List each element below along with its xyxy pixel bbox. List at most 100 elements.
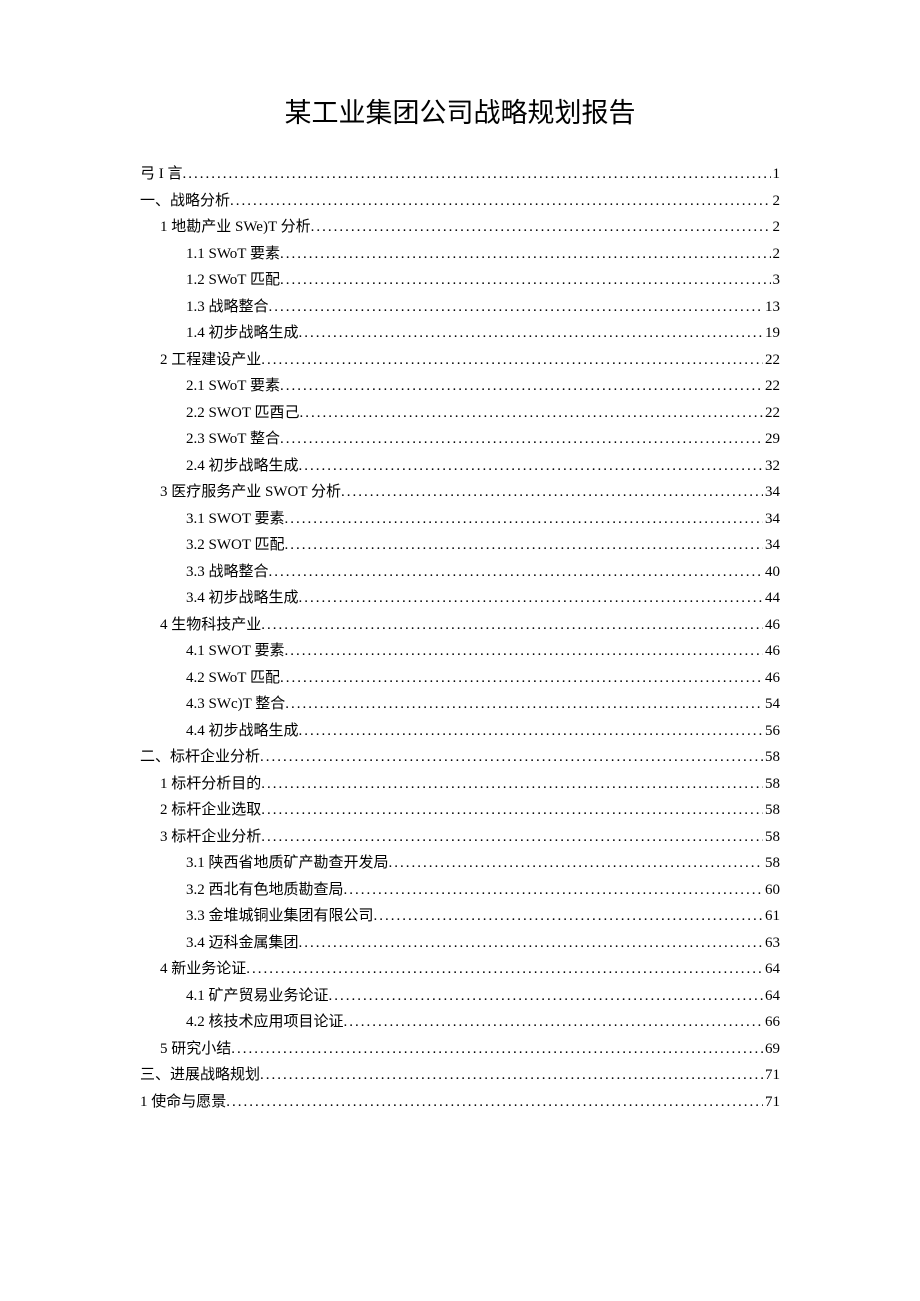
- toc-dots: [260, 1068, 763, 1083]
- toc-entry-page: 71: [763, 1068, 780, 1083]
- toc-entry-page: 44: [763, 591, 780, 606]
- toc-entry-label: 3.4 初步战略生成: [186, 591, 299, 606]
- toc-entry-page: 34: [763, 485, 780, 500]
- toc-entry-label: 2 标杆企业选取: [160, 803, 261, 818]
- toc-dots: [299, 591, 763, 606]
- toc-entry-page: 34: [763, 538, 780, 553]
- toc-entry-label: 3.2 西北有色地质勘查局: [186, 883, 344, 898]
- toc-dots: [299, 724, 763, 739]
- toc-dots: [374, 909, 763, 924]
- toc-dots: [261, 353, 763, 368]
- toc-entry: 3.4 迈科金属集团63: [140, 936, 780, 951]
- toc-entry: 1.1 SWoT 要素 2: [140, 247, 780, 262]
- toc-entry-label: 二、标杆企业分析: [140, 750, 260, 765]
- toc-dots: [280, 273, 771, 288]
- toc-dots: [284, 644, 763, 659]
- toc-dots: [344, 1015, 763, 1030]
- toc-entry-label: 一、战略分析: [140, 194, 230, 209]
- toc-entry-label: 1.3 战略整合: [186, 300, 269, 315]
- toc-entry: 4.4 初步战略生成 56: [140, 724, 780, 739]
- toc-entry-page: 69: [763, 1042, 780, 1057]
- toc-entry-label: 3.3 金堆城铜业集团有限公司: [186, 909, 374, 924]
- table-of-contents: 弓 I 言1一、战略分析 21 地勘产业 SWe)T 分析21.1 SWoT 要…: [140, 167, 780, 1110]
- toc-entry-page: 64: [763, 962, 780, 977]
- toc-entry-label: 4.4 初步战略生成: [186, 724, 299, 739]
- toc-entry-label: 4.2 SWoT 匹配: [186, 671, 280, 686]
- toc-dots: [280, 671, 763, 686]
- toc-dots: [299, 936, 763, 951]
- toc-entry-page: 2: [771, 220, 781, 235]
- toc-entry-page: 40: [763, 565, 780, 580]
- toc-entry: 5 研究小结 69: [140, 1042, 780, 1057]
- toc-entry-page: 22: [763, 379, 780, 394]
- toc-entry-label: 1.1 SWoT 要素: [186, 247, 280, 262]
- toc-entry: 4.3 SWc)T 整合 54: [140, 697, 780, 712]
- toc-entry-label: 1 使命与愿景: [140, 1095, 226, 1110]
- toc-entry-label: 4.3 SWc)T 整合: [186, 697, 285, 712]
- toc-entry: 4.2 SWoT 匹配 46: [140, 671, 780, 686]
- toc-entry: 4.1 矿产贸易业务论证 64: [140, 989, 780, 1004]
- toc-entry: 1 使命与愿景71: [140, 1095, 780, 1110]
- toc-dots: [226, 1095, 763, 1110]
- toc-entry-label: 3 标杆企业分析: [160, 830, 261, 845]
- toc-dots: [230, 194, 770, 209]
- toc-entry-page: 32: [763, 459, 780, 474]
- toc-dots: [269, 565, 763, 580]
- toc-dots: [280, 247, 771, 262]
- toc-entry-label: 3.3 战略整合: [186, 565, 269, 580]
- toc-entry: 2 工程建设产业22: [140, 353, 780, 368]
- toc-entry: 4 新业务论证 64: [140, 962, 780, 977]
- toc-entry-label: 1 标杆分析目的: [160, 777, 261, 792]
- toc-entry: 二、标杆企业分析 58: [140, 750, 780, 765]
- toc-entry-label: 5 研究小结: [160, 1042, 231, 1057]
- document-title: 某工业集团公司战略规划报告: [140, 100, 780, 127]
- toc-entry-page: 58: [763, 777, 780, 792]
- toc-dots: [246, 962, 763, 977]
- toc-dots: [280, 379, 763, 394]
- toc-dots: [261, 777, 763, 792]
- toc-entry: 1 地勘产业 SWe)T 分析 2: [140, 220, 780, 235]
- toc-entry-label: 2.3 SWoT 整合: [186, 432, 280, 447]
- toc-dots: [260, 750, 763, 765]
- toc-entry-label: 2.2 SWOT 匹酉己: [186, 406, 299, 421]
- toc-entry: 3.1 SWOT 要素 34: [140, 512, 780, 527]
- toc-dots: [284, 538, 763, 553]
- toc-entry-label: 4.2 核技术应用项目论证: [186, 1015, 344, 1030]
- toc-dots: [329, 989, 763, 1004]
- toc-entry-label: 3.2 SWOT 匹配: [186, 538, 284, 553]
- toc-entry: 3.1 陕西省地质矿产勘查开发局 58: [140, 856, 780, 871]
- toc-entry-page: 19: [763, 326, 780, 341]
- toc-entry: 4 生物科技产业46: [140, 618, 780, 633]
- toc-entry-label: 2.1 SWoT 要素: [186, 379, 280, 394]
- toc-dots: [261, 618, 763, 633]
- toc-dots: [311, 220, 771, 235]
- toc-entry: 3.2 西北有色地质勘查局60: [140, 883, 780, 898]
- toc-entry-label: 3.1 陕西省地质矿产勘查开发局: [186, 856, 389, 871]
- toc-entry-label: 1.4 初步战略生成: [186, 326, 299, 341]
- toc-entry-page: 58: [763, 750, 780, 765]
- toc-entry-page: 64: [763, 989, 780, 1004]
- toc-dots: [269, 300, 763, 315]
- toc-entry-page: 3: [771, 273, 781, 288]
- toc-dots: [231, 1042, 763, 1057]
- toc-dots: [285, 697, 763, 712]
- toc-entry-label: 弓 I 言: [140, 167, 183, 182]
- toc-dots: [280, 432, 763, 447]
- toc-entry-label: 4.1 矿产贸易业务论证: [186, 989, 329, 1004]
- toc-entry-page: 63: [763, 936, 780, 951]
- toc-dots: [299, 459, 763, 474]
- toc-entry-page: 58: [763, 803, 780, 818]
- toc-entry-label: 3.1 SWOT 要素: [186, 512, 284, 527]
- toc-entry-page: 56: [763, 724, 780, 739]
- toc-entry-page: 2: [771, 194, 781, 209]
- toc-entry: 3.3 金堆城铜业集团有限公司61: [140, 909, 780, 924]
- toc-entry-label: 1 地勘产业 SWe)T 分析: [160, 220, 311, 235]
- toc-entry: 一、战略分析 2: [140, 194, 780, 209]
- toc-entry-page: 58: [763, 830, 780, 845]
- toc-entry: 2.1 SWoT 要素 22: [140, 379, 780, 394]
- toc-entry-page: 46: [763, 644, 780, 659]
- toc-entry: 3 医疗服务产业 SWOT 分析34: [140, 485, 780, 500]
- toc-entry-label: 4 新业务论证: [160, 962, 246, 977]
- toc-entry: 2.4 初步战略生成 32: [140, 459, 780, 474]
- toc-entry-page: 46: [763, 671, 780, 686]
